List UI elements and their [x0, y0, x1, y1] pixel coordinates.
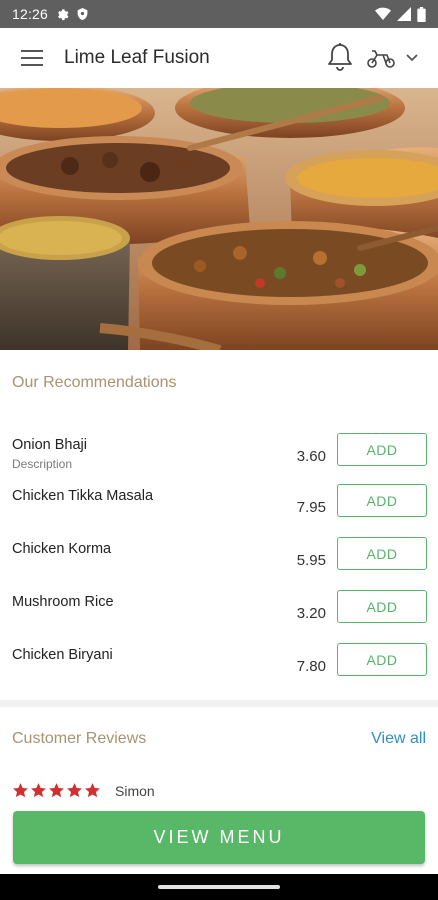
add-button[interactable]: ADD	[337, 643, 427, 676]
dish-description: Description	[12, 457, 73, 471]
add-button[interactable]: ADD	[337, 433, 427, 466]
menu-icon	[21, 50, 43, 66]
shield-icon	[77, 8, 88, 20]
dish-name: Onion Bhaji	[12, 437, 87, 453]
star-icon	[67, 783, 82, 798]
chevron-down-icon[interactable]	[404, 52, 420, 64]
add-button[interactable]: ADD	[337, 484, 427, 517]
status-bar: 12:26	[0, 0, 438, 28]
status-time: 12:26	[12, 6, 49, 22]
dish-item: Onion Bhaji Description 3.60 ADD	[0, 433, 438, 490]
dish-price: 3.60	[296, 448, 326, 465]
dish-name: Chicken Korma	[12, 541, 112, 557]
delivery-icon[interactable]	[366, 46, 396, 70]
view-menu-button[interactable]: VIEW MENU	[13, 811, 425, 864]
menu-button[interactable]	[0, 28, 64, 88]
star-icon	[13, 783, 28, 798]
wifi-icon	[375, 7, 391, 20]
star-rating	[12, 782, 101, 799]
hero-food-image	[0, 88, 438, 350]
dish-name: Chicken Tikka Masala	[12, 488, 154, 504]
app-bar: Lime Leaf Fusion	[0, 28, 438, 88]
bell-icon[interactable]	[326, 42, 354, 72]
recommendations-title: Our Recommendations	[12, 374, 177, 391]
dish-name: Mushroom Rice	[12, 594, 114, 610]
signal-icon	[397, 7, 411, 21]
reviews-title: Customer Reviews	[12, 730, 147, 747]
restaurant-title: Lime Leaf Fusion	[64, 47, 210, 68]
dish-item: Chicken Tikka Masala 7.95 ADD	[0, 484, 438, 541]
reviewer-name: Simon	[115, 782, 155, 799]
add-button[interactable]: ADD	[337, 590, 427, 623]
star-icon	[49, 783, 64, 798]
dish-item: Chicken Biryani 7.80 ADD	[0, 643, 438, 700]
dish-name: Chicken Biryani	[12, 647, 113, 663]
section-divider	[0, 700, 438, 707]
add-button[interactable]: ADD	[337, 537, 427, 570]
star-icon	[31, 783, 46, 798]
star-icon	[85, 783, 100, 798]
dish-price: 5.95	[296, 552, 326, 569]
dish-item: Mushroom Rice 3.20 ADD	[0, 590, 438, 647]
dish-price: 3.20	[296, 605, 326, 622]
home-gesture-handle[interactable]	[158, 885, 280, 889]
view-all-link[interactable]: View all	[371, 730, 426, 748]
battery-icon	[417, 6, 426, 22]
dish-item: Chicken Korma 5.95 ADD	[0, 537, 438, 594]
dish-price: 7.80	[296, 658, 326, 675]
dish-price: 7.95	[296, 499, 326, 516]
system-nav-bar	[0, 874, 438, 900]
review-item: Simon	[12, 782, 155, 799]
gear-icon	[58, 9, 69, 21]
